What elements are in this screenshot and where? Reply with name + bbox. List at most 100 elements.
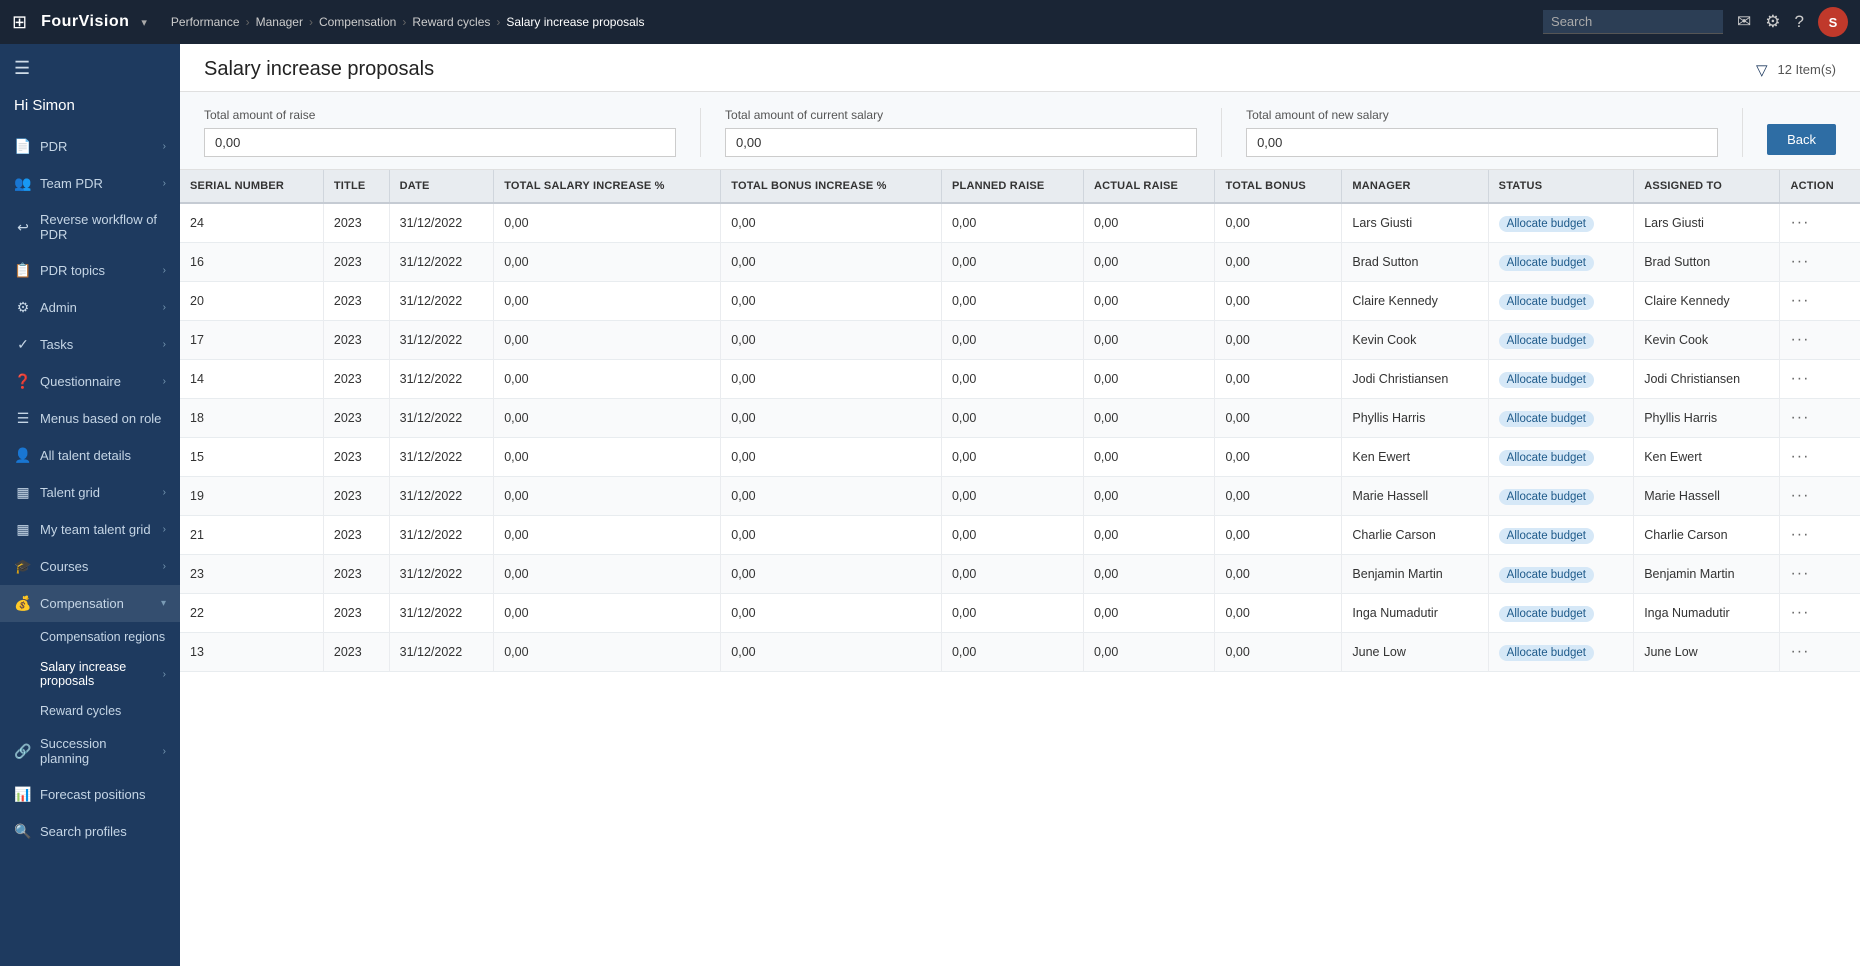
help-icon[interactable]: ? [1795,12,1804,32]
sidebar-item-forecast-positions[interactable]: 📊 Forecast positions [0,776,180,813]
sidebar-item-questionnaire[interactable]: ❓ Questionnaire › [0,363,180,400]
cell-total-bonus: 0,00 [1215,321,1342,360]
cell-status: Allocate budget [1488,282,1634,321]
cell-action[interactable]: ··· [1780,633,1860,672]
table-row[interactable]: 24 2023 31/12/2022 0,00 0,00 0,00 0,00 0… [180,203,1860,243]
table-row[interactable]: 22 2023 31/12/2022 0,00 0,00 0,00 0,00 0… [180,594,1860,633]
col-action: ACTION [1780,170,1860,203]
cell-assigned-to: Lars Giusti [1634,203,1780,243]
raise-input[interactable] [204,128,676,157]
table-row[interactable]: 23 2023 31/12/2022 0,00 0,00 0,00 0,00 0… [180,555,1860,594]
page-header-right: ▽ 12 Item(s) [1756,61,1836,79]
cell-date: 31/12/2022 [389,243,494,282]
sidebar-item-pdr[interactable]: 📄 PDR › [0,128,180,165]
cell-date: 31/12/2022 [389,399,494,438]
mail-icon[interactable]: ✉ [1737,12,1751,32]
sidebar: ☰ Hi Simon 📄 PDR › 👥 Team PDR › ↩ Revers… [0,44,180,966]
sidebar-item-reward-cycles[interactable]: Reward cycles [30,696,180,726]
current-salary-input[interactable] [725,128,1197,157]
cell-title: 2023 [323,516,389,555]
action-dots-icon[interactable]: ··· [1790,565,1809,582]
table-row[interactable]: 15 2023 31/12/2022 0,00 0,00 0,00 0,00 0… [180,438,1860,477]
table-row[interactable]: 14 2023 31/12/2022 0,00 0,00 0,00 0,00 0… [180,360,1860,399]
action-dots-icon[interactable]: ··· [1790,253,1809,270]
cell-manager: Marie Hassell [1342,477,1488,516]
table-row[interactable]: 17 2023 31/12/2022 0,00 0,00 0,00 0,00 0… [180,321,1860,360]
sidebar-item-tasks[interactable]: ✓ Tasks › [0,326,180,363]
cell-action[interactable]: ··· [1780,243,1860,282]
sidebar-item-all-talent-details[interactable]: 👤 All talent details [0,437,180,474]
content-area: Salary increase proposals ▽ 12 Item(s) T… [180,44,1860,966]
status-badge: Allocate budget [1499,645,1594,661]
sidebar-item-team-pdr[interactable]: 👥 Team PDR › [0,165,180,202]
sidebar-label-tasks: Tasks [40,337,155,352]
sidebar-item-succession-planning[interactable]: 🔗 Succession planning › [0,726,180,776]
action-dots-icon[interactable]: ··· [1790,448,1809,465]
hamburger-icon[interactable]: ☰ [14,58,30,78]
sidebar-item-admin[interactable]: ⚙ Admin › [0,289,180,326]
sidebar-label-compensation-regions: Compensation regions [40,630,166,644]
action-dots-icon[interactable]: ··· [1790,214,1809,231]
breadcrumb-performance[interactable]: Performance [171,15,240,29]
cell-action[interactable]: ··· [1780,360,1860,399]
action-dots-icon[interactable]: ··· [1790,331,1809,348]
brand-name[interactable]: FourVision [41,13,129,31]
search-input[interactable] [1543,10,1723,34]
table-row[interactable]: 20 2023 31/12/2022 0,00 0,00 0,00 0,00 0… [180,282,1860,321]
cell-title: 2023 [323,243,389,282]
table-row[interactable]: 13 2023 31/12/2022 0,00 0,00 0,00 0,00 0… [180,633,1860,672]
breadcrumb-reward-cycles[interactable]: Reward cycles [412,15,490,29]
action-dots-icon[interactable]: ··· [1790,292,1809,309]
sidebar-item-courses[interactable]: 🎓 Courses › [0,548,180,585]
sidebar-item-reverse-workflow[interactable]: ↩ Reverse workflow of PDR [0,202,180,252]
my-team-talent-grid-chevron-icon: › [163,524,166,535]
breadcrumb-compensation[interactable]: Compensation [319,15,396,29]
cell-manager: Charlie Carson [1342,516,1488,555]
cell-status: Allocate budget [1488,360,1634,399]
new-salary-input[interactable] [1246,128,1718,157]
status-badge: Allocate budget [1499,372,1594,388]
back-button[interactable]: Back [1767,124,1836,155]
action-dots-icon[interactable]: ··· [1790,487,1809,504]
cell-action[interactable]: ··· [1780,555,1860,594]
cell-total-bonus: 0,00 [1215,203,1342,243]
cell-action[interactable]: ··· [1780,399,1860,438]
sidebar-item-my-team-talent-grid[interactable]: ▦ My team talent grid › [0,511,180,548]
table-row[interactable]: 19 2023 31/12/2022 0,00 0,00 0,00 0,00 0… [180,477,1860,516]
action-dots-icon[interactable]: ··· [1790,526,1809,543]
cell-actual-raise: 0,00 [1083,282,1215,321]
cell-action[interactable]: ··· [1780,321,1860,360]
avatar[interactable]: S [1818,7,1848,37]
breadcrumb-manager[interactable]: Manager [256,15,303,29]
current-salary-label: Total amount of current salary [725,108,1197,122]
sidebar-label-succession-planning: Succession planning [40,736,155,766]
cell-action[interactable]: ··· [1780,203,1860,243]
cell-status: Allocate budget [1488,321,1634,360]
sidebar-item-menus-based-on-role[interactable]: ☰ Menus based on role [0,400,180,437]
sidebar-item-compensation[interactable]: 💰 Compensation ▾ [0,585,180,622]
table-row[interactable]: 16 2023 31/12/2022 0,00 0,00 0,00 0,00 0… [180,243,1860,282]
sidebar-item-search-profiles[interactable]: 🔍 Search profiles [0,813,180,850]
cell-action[interactable]: ··· [1780,516,1860,555]
action-dots-icon[interactable]: ··· [1790,409,1809,426]
cell-date: 31/12/2022 [389,321,494,360]
filter-icon[interactable]: ▽ [1756,61,1768,79]
cell-action[interactable]: ··· [1780,438,1860,477]
cell-action[interactable]: ··· [1780,282,1860,321]
action-dots-icon[interactable]: ··· [1790,643,1809,660]
sidebar-item-salary-increase-proposals[interactable]: Salary increase proposals › [30,652,180,696]
cell-action[interactable]: ··· [1780,594,1860,633]
cell-total-bonus: 0,00 [1215,516,1342,555]
sidebar-item-pdr-topics[interactable]: 📋 PDR topics › [0,252,180,289]
table-row[interactable]: 18 2023 31/12/2022 0,00 0,00 0,00 0,00 0… [180,399,1860,438]
action-dots-icon[interactable]: ··· [1790,604,1809,621]
app-grid-icon[interactable]: ⊞ [12,12,27,33]
sidebar-item-compensation-regions[interactable]: Compensation regions [30,622,180,652]
cell-action[interactable]: ··· [1780,477,1860,516]
questionnaire-icon: ❓ [14,373,32,390]
action-dots-icon[interactable]: ··· [1790,370,1809,387]
cell-manager: Brad Sutton [1342,243,1488,282]
table-row[interactable]: 21 2023 31/12/2022 0,00 0,00 0,00 0,00 0… [180,516,1860,555]
sidebar-item-talent-grid[interactable]: ▦ Talent grid › [0,474,180,511]
gear-icon[interactable]: ⚙ [1765,12,1780,32]
